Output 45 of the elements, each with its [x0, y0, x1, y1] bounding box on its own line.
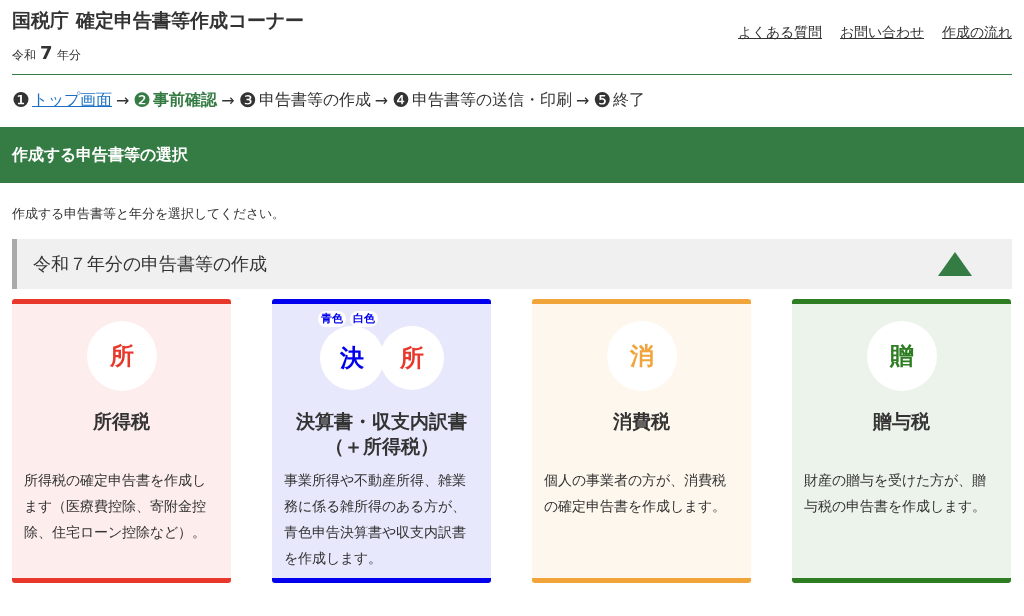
tag-label: 白色	[349, 311, 378, 327]
card-description: 財産の贈与を受けた方が、贈与税の申告書を作成します。	[804, 471, 987, 516]
step-number: ❸	[238, 88, 257, 112]
step-link[interactable]: トップ画面	[31, 89, 112, 111]
card-description: 事業所得や不動産所得、雑業務に係る雑所得のある方が、青色申告決算書や収支内訳書を作成します。	[284, 471, 467, 568]
arrow-glyph: →	[115, 90, 130, 110]
year-number: 7	[40, 42, 53, 63]
section-title: 令和７年分の申告書等の作成	[33, 252, 267, 276]
tax-card[interactable]: 青色 白色 決 所 決算書・収支内訳書（＋所得税） 事業所得や不動産所得、雑業務に係る雑所得のある方が、青色申告決算書や収支内訳書を作成します。	[272, 299, 491, 583]
step-label: 申告書等の送信・印刷	[411, 89, 572, 111]
arrow-glyph: →	[221, 90, 235, 110]
tag-label: 青色	[317, 311, 346, 327]
badge-icon: 所	[379, 326, 444, 390]
step-number: ❷	[133, 88, 152, 112]
arrow-glyph: →	[575, 90, 590, 110]
badge-icon: 消	[606, 321, 677, 391]
banner-title: 作成する申告書等の選択	[12, 144, 188, 166]
step-label: 申告書等の作成	[258, 89, 371, 111]
site-title: 国税庁 確定申告書等作成コーナー	[12, 8, 304, 33]
step-number: ❹	[392, 88, 410, 112]
badge-icon: 所	[86, 321, 157, 391]
section-header[interactable]: 令和７年分の申告書等の作成	[12, 239, 1012, 289]
tax-card[interactable]: 消 消費税 個人の事業者の方が、消費税の確定申告書を作成します。	[532, 299, 751, 583]
instruction-text: 作成する申告書等と年分を選択してください。	[12, 205, 286, 223]
year-suffix: 年分	[56, 47, 81, 64]
header-link[interactable]: よくある質問	[738, 24, 822, 42]
arrow-glyph: →	[374, 90, 389, 110]
card-title: 消費税	[613, 409, 670, 434]
card-title: 贈与税	[873, 409, 930, 434]
step-number: ❶	[12, 88, 30, 112]
era-label: 令和	[12, 47, 36, 64]
badge-icon: 決	[319, 326, 384, 390]
step-number: ❺	[593, 88, 612, 112]
card-description: 個人の事業者の方が、消費税の確定申告書を作成します。	[544, 471, 727, 516]
badge-icon: 贈	[866, 321, 937, 391]
card-description: 所得税の確定申告書を作成します（医療費控除、寄附金控除、住宅ローン控除など）。	[24, 471, 207, 542]
header-link[interactable]: 作成の流れ	[942, 24, 1012, 42]
tax-card[interactable]: 所 所得税 所得税の確定申告書を作成します（医療費控除、寄附金控除、住宅ローン控除など）。	[12, 299, 231, 583]
header-link[interactable]: お問い合わせ	[840, 24, 924, 42]
card-title: 決算書・収支内訳書（＋所得税）	[295, 409, 468, 459]
tax-card[interactable]: 贈 贈与税 財産の贈与を受けた方が、贈与税の申告書を作成します。	[792, 299, 1011, 583]
step-label: 終了	[613, 89, 646, 111]
collapse-icon[interactable]	[938, 252, 972, 276]
card-title: 所得税	[93, 409, 150, 434]
step-label: 事前確認	[153, 89, 218, 111]
